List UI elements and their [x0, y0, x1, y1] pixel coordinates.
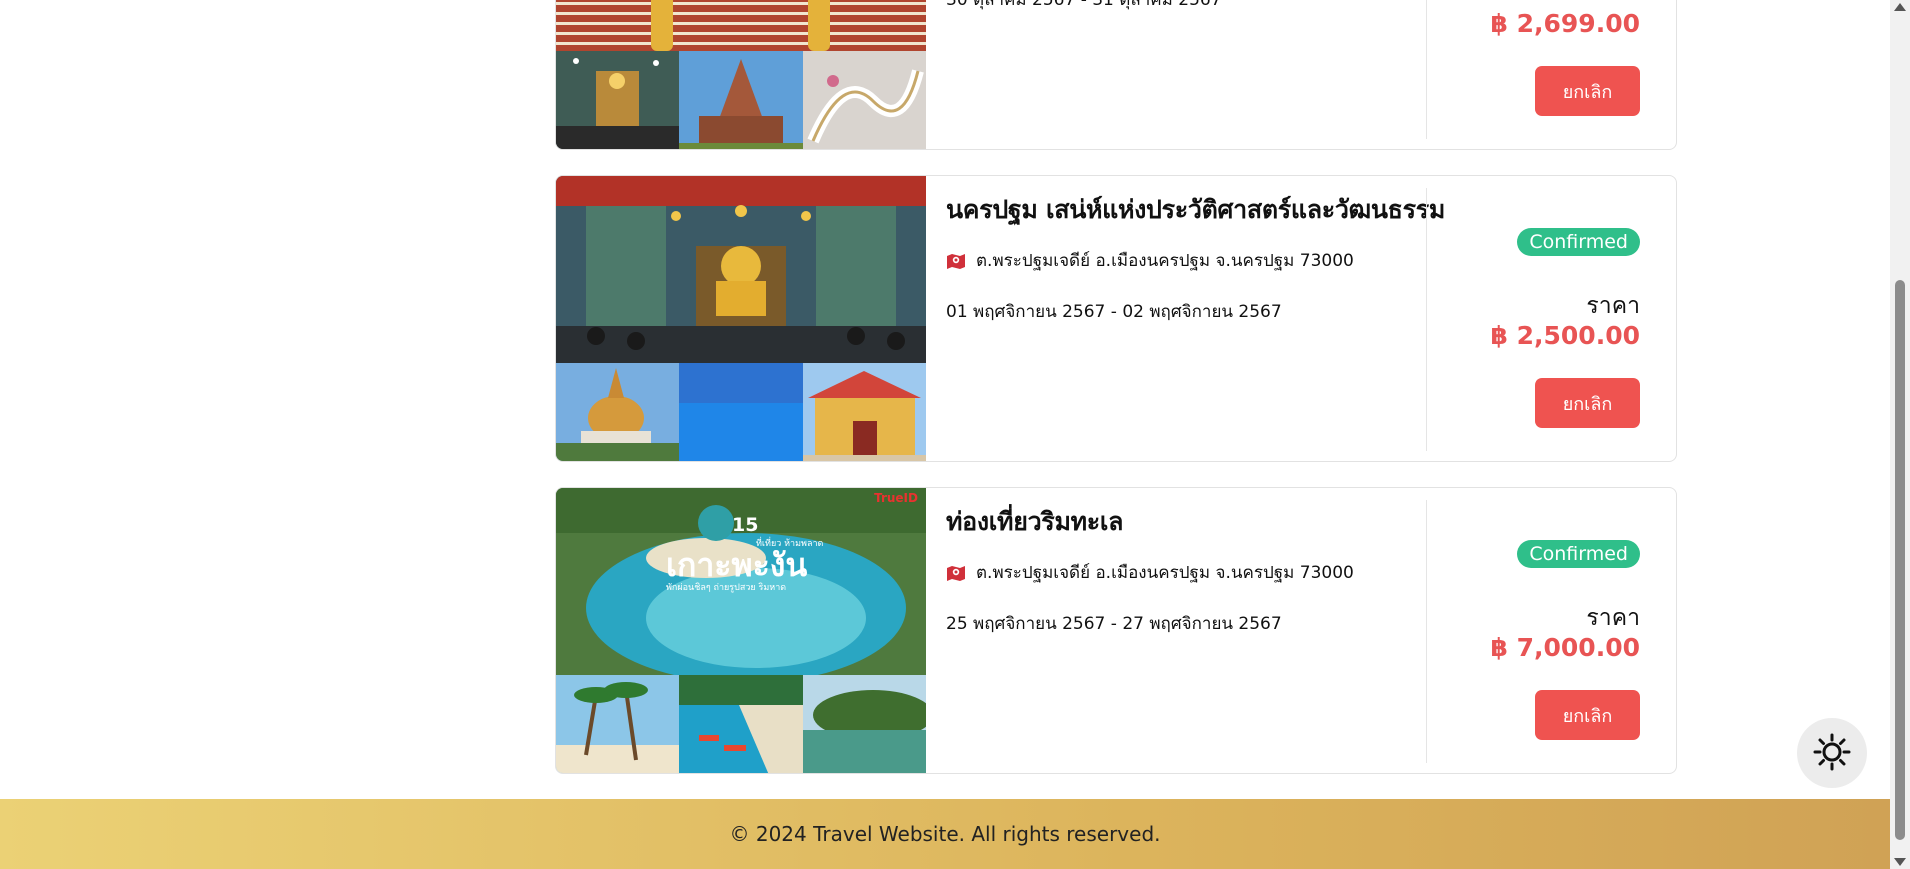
booking-dates: 30 ตุลาคม 2567 - 31 ตุลาคม 2567 [946, 0, 1222, 10]
tour-thumb-image [679, 51, 803, 149]
card-divider [1426, 0, 1427, 139]
page: 30 ตุลาคม 2567 - 31 ตุลาคม 2567 ฿ 2,699.… [0, 0, 1890, 869]
address-text: ต.พระปฐมเจดีย์ อ.เมืองนครปฐม จ.นครปฐม 73… [976, 251, 1354, 271]
tour-thumb-image [556, 363, 679, 461]
tour-thumb-image [679, 675, 803, 773]
tour-address: ต.พระปฐมเจดีย์ อ.เมืองนครปฐม จ.นครปฐม 73… [946, 247, 1354, 274]
status-badge: Confirmed [1517, 540, 1640, 568]
map-icon [946, 564, 966, 582]
booking-card: นครปฐม เสน่ห์แห่งประวัติศาสตร์และวัฒนธรร… [555, 175, 1677, 462]
tour-thumb-image [803, 51, 926, 149]
tour-main-image [556, 176, 926, 363]
cancel-booking-button[interactable]: ยกเลิก [1535, 66, 1640, 116]
map-icon [946, 252, 966, 270]
booking-dates: 25 พฤศจิกายน 2567 - 27 พฤศจิกายน 2567 [946, 614, 1282, 634]
booking-dates: 01 พฤศจิกายน 2567 - 02 พฤศจิกายน 2567 [946, 302, 1282, 322]
booking-price: ฿ 7,000.00 [1490, 633, 1640, 662]
image-number-text: 15 [732, 514, 759, 536]
tour-title: ท่องเที่ยวริมทะเล [946, 507, 1124, 536]
card-divider [1426, 188, 1427, 451]
site-footer: © 2024 Travel Website. All rights reserv… [0, 799, 1890, 869]
price-label: ราคา [1586, 293, 1640, 319]
booking-price: ฿ 2,699.00 [1490, 9, 1640, 38]
address-text: ต.พระปฐมเจดีย์ อ.เมืองนครปฐม จ.นครปฐม 73… [976, 563, 1354, 583]
tour-address: ต.พระปฐมเจดีย์ อ.เมืองนครปฐม จ.นครปฐม 73… [946, 559, 1354, 586]
image-logo-text: TrueID [874, 491, 918, 505]
tour-thumb-image [556, 51, 679, 149]
footer-copyright: © 2024 Travel Website. All rights reserv… [729, 822, 1161, 846]
booking-card: TrueID 15 ที่เที่ยว ห้ามพลาด เกาะพะงัน พ… [555, 487, 1677, 774]
sun-icon [1812, 732, 1852, 775]
tour-gallery [556, 176, 926, 461]
tour-thumb-image [803, 675, 926, 773]
tour-gallery [556, 0, 926, 149]
tour-title: นครปฐม เสน่ห์แห่งประวัติศาสตร์และวัฒนธรร… [946, 195, 1446, 224]
card-divider [1426, 500, 1427, 763]
tour-gallery: TrueID 15 ที่เที่ยว ห้ามพลาด เกาะพะงัน พ… [556, 488, 926, 773]
cancel-booking-button[interactable]: ยกเลิก [1535, 378, 1640, 428]
price-label: ราคา [1586, 605, 1640, 631]
scroll-thumb[interactable] [1895, 280, 1905, 840]
cancel-booking-button[interactable]: ยกเลิก [1535, 690, 1640, 740]
tour-thumb-image [556, 675, 679, 773]
image-small-bottom-text: พักผ่อนชิลๆ ถ่ายรูปสวย ริมหาด [666, 583, 787, 593]
vertical-scrollbar[interactable] [1890, 0, 1910, 869]
theme-toggle-button[interactable] [1797, 718, 1867, 788]
tour-thumb-image [803, 363, 926, 461]
status-badge: Confirmed [1517, 228, 1640, 256]
tour-main-image: TrueID 15 ที่เที่ยว ห้ามพลาด เกาะพะงัน พ… [556, 488, 926, 675]
booking-card: 30 ตุลาคม 2567 - 31 ตุลาคม 2567 ฿ 2,699.… [555, 0, 1677, 150]
tour-main-image [556, 0, 926, 51]
scroll-up-arrow-icon[interactable] [1894, 3, 1906, 11]
booking-price: ฿ 2,500.00 [1490, 321, 1640, 350]
scroll-down-arrow-icon[interactable] [1894, 858, 1906, 866]
tour-thumb-image [679, 363, 803, 461]
